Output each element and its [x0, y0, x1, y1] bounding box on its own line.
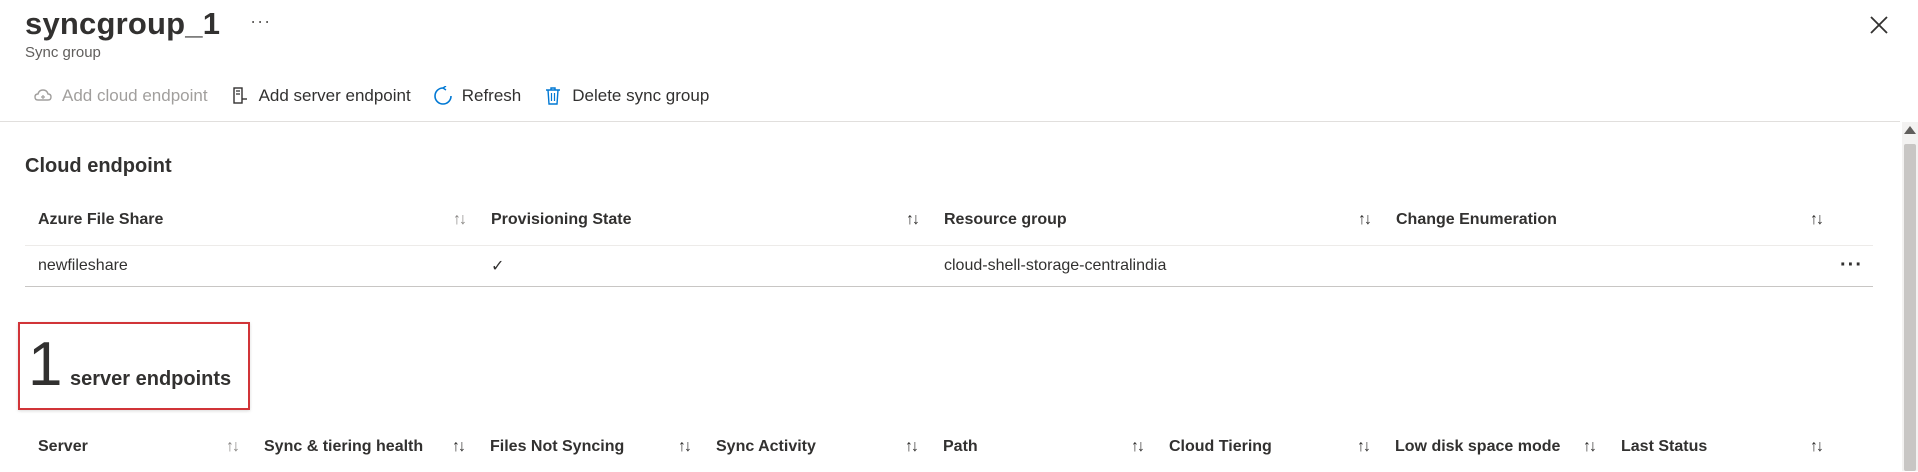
- refresh-icon: [433, 86, 452, 105]
- blade-header: syncgroup_1 ··· Sync group: [25, 6, 271, 61]
- server-endpoints-count: 1: [28, 330, 63, 399]
- page-title: syncgroup_1: [25, 6, 221, 41]
- toolbar-divider: [0, 121, 1900, 122]
- sort-icon[interactable]: ↑↓: [1357, 438, 1371, 456]
- sort-icon[interactable]: ↑↓: [1358, 211, 1372, 229]
- column-header-sync-activity[interactable]: Sync Activity ↑↓: [703, 438, 930, 456]
- column-header-files-not-syncing[interactable]: Files Not Syncing ↑↓: [477, 438, 703, 456]
- delete-sync-group-button[interactable]: Delete sync group: [543, 86, 709, 106]
- cell-resource-group: cloud-shell-storage-centralindia: [944, 257, 1167, 274]
- column-header-cloud-tiering[interactable]: Cloud Tiering ↑↓: [1156, 438, 1382, 456]
- refresh-button[interactable]: Refresh: [433, 86, 522, 106]
- row-more-options-icon[interactable]: ···: [1840, 254, 1863, 277]
- sort-icon[interactable]: ↑↓: [1810, 438, 1824, 456]
- cell-azure-file-share: newfileshare: [38, 257, 128, 274]
- table-header: Server ↑↓ Sync & tiering health ↑↓ Files…: [25, 422, 1873, 472]
- sort-icon[interactable]: ↑↓: [226, 438, 240, 456]
- sort-icon[interactable]: ↑↓: [453, 211, 467, 229]
- add-server-endpoint-label: Add server endpoint: [258, 86, 411, 105]
- page-subtitle: Sync group: [25, 44, 101, 61]
- column-header-change-enumeration[interactable]: Change Enumeration ↑↓: [1383, 211, 1835, 229]
- sort-icon[interactable]: ↑↓: [905, 438, 919, 456]
- server-endpoints-count-box: 1 server endpoints: [18, 322, 250, 410]
- cloud-endpoint-table: Azure File Share ↑↓ Provisioning State ↑…: [25, 195, 1873, 287]
- column-header-low-disk-space-mode[interactable]: Low disk space mode ↑↓: [1382, 438, 1608, 456]
- cloud-endpoint-heading: Cloud endpoint: [25, 155, 172, 177]
- toolbar: Add cloud endpoint Add server endpoint R…: [33, 86, 731, 106]
- more-options-icon[interactable]: ···: [250, 11, 271, 32]
- column-header-last-status[interactable]: Last Status ↑↓: [1608, 438, 1835, 456]
- server-endpoints-table: Server ↑↓ Sync & tiering health ↑↓ Files…: [25, 422, 1873, 472]
- table-header: Azure File Share ↑↓ Provisioning State ↑…: [25, 195, 1873, 246]
- sort-icon[interactable]: ↑↓: [1810, 211, 1824, 229]
- column-header-azure-file-share[interactable]: Azure File Share ↑↓: [25, 211, 478, 229]
- scroll-up-icon[interactable]: [1904, 126, 1916, 134]
- delete-sync-group-label: Delete sync group: [572, 86, 710, 105]
- server-endpoints-label: server endpoints: [70, 368, 232, 390]
- sort-icon[interactable]: ↑↓: [1583, 438, 1597, 456]
- add-cloud-endpoint-button[interactable]: Add cloud endpoint: [33, 86, 208, 106]
- sort-icon[interactable]: ↑↓: [1131, 438, 1145, 456]
- checkmark-icon: ✓: [491, 258, 505, 275]
- sort-icon[interactable]: ↑↓: [906, 211, 920, 229]
- add-server-endpoint-button[interactable]: Add server endpoint: [230, 86, 411, 106]
- scrollbar-thumb[interactable]: [1904, 144, 1916, 471]
- trash-icon: [546, 87, 561, 105]
- table-row[interactable]: newfileshare ✓ cloud-shell-storage-centr…: [25, 246, 1873, 287]
- column-header-sync-tiering-health[interactable]: Sync & tiering health ↑↓: [251, 438, 477, 456]
- close-icon[interactable]: [1868, 14, 1890, 36]
- column-header-resource-group[interactable]: Resource group ↑↓: [931, 211, 1383, 229]
- cloud-add-icon: [34, 89, 52, 101]
- server-add-icon: [232, 87, 247, 104]
- add-cloud-endpoint-label: Add cloud endpoint: [62, 86, 208, 105]
- column-header-path[interactable]: Path ↑↓: [930, 438, 1156, 456]
- column-header-server[interactable]: Server ↑↓: [25, 438, 251, 456]
- column-header-provisioning-state[interactable]: Provisioning State ↑↓: [478, 211, 931, 229]
- refresh-label: Refresh: [461, 86, 522, 105]
- sort-icon[interactable]: ↑↓: [452, 438, 466, 456]
- vertical-scrollbar[interactable]: [1902, 122, 1918, 471]
- sort-icon[interactable]: ↑↓: [678, 438, 692, 456]
